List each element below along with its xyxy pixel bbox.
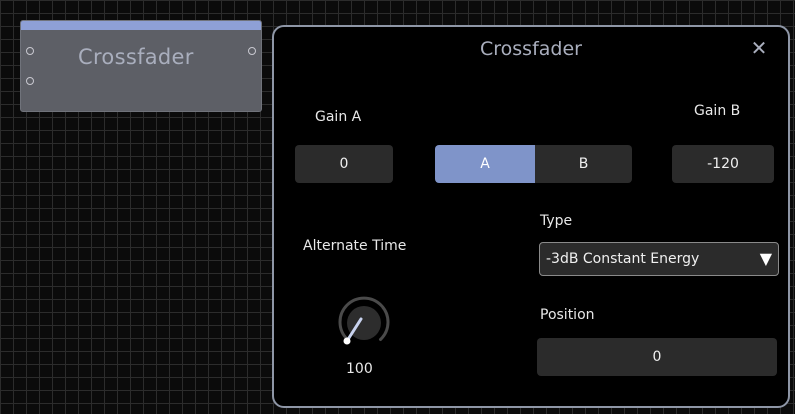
alternate-time-knob[interactable] [324, 283, 404, 359]
alternate-time-value: 100 [346, 361, 373, 377]
node-header-bar [21, 21, 261, 30]
type-select[interactable]: -3dB Constant Energy ▼ [539, 242, 779, 276]
crossfader-node[interactable]: Crossfader [20, 20, 262, 112]
gain-a-input[interactable]: 0 [295, 145, 393, 183]
gain-b-label: Gain B [694, 103, 741, 119]
close-icon[interactable]: ✕ [748, 37, 770, 59]
input-port-1-icon[interactable] [26, 47, 34, 55]
alternate-time-label: Alternate Time [303, 238, 407, 254]
output-port-icon[interactable] [248, 47, 256, 55]
position-input[interactable]: 0 [537, 338, 777, 376]
crossfader-panel: Crossfader ✕ Gain A 0 A B Gain B -120 Al… [272, 25, 790, 408]
panel-title: Crossfader [480, 38, 582, 60]
gain-b-input[interactable]: -120 [672, 145, 774, 183]
type-selected-value: -3dB Constant Energy [546, 251, 700, 267]
toggle-b-button[interactable]: B [535, 145, 632, 183]
node-title: Crossfader [78, 45, 194, 69]
position-label: Position [540, 307, 595, 323]
toggle-a-button[interactable]: A [435, 145, 535, 183]
input-port-2-icon[interactable] [26, 77, 34, 85]
triangle-down-icon: ▼ [759, 249, 772, 268]
type-label: Type [540, 213, 573, 229]
gain-a-label: Gain A [315, 109, 362, 125]
